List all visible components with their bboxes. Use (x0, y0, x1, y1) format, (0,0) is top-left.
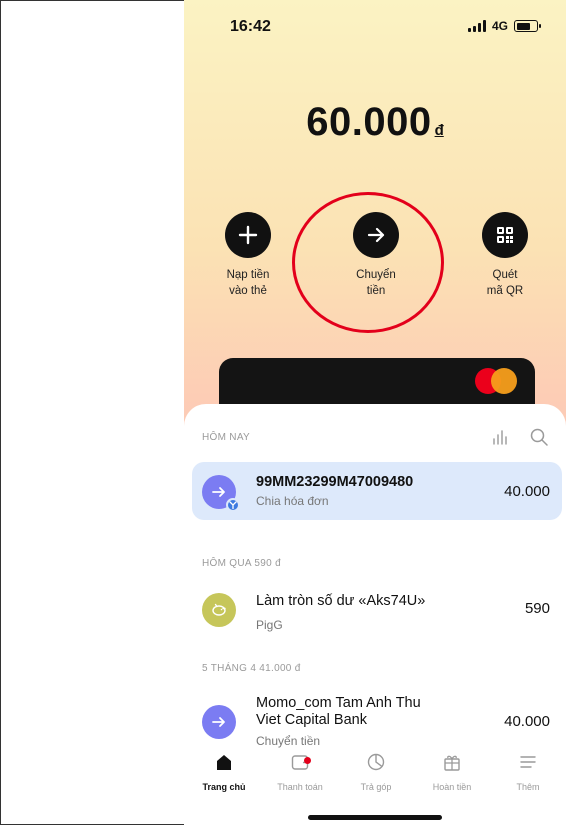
transaction-row[interactable]: Momo_com Tam Anh Thu Viet Capital Bank C… (192, 688, 562, 754)
transaction-name: 99MM23299M47009480 (256, 474, 414, 490)
nav-cashback-label: Hoàn tiền (432, 782, 472, 792)
status-right: 4G (467, 19, 541, 33)
transaction-subtitle: Chia hóa đơn (256, 494, 329, 508)
scan-qr-button[interactable]: Quét mã QR (465, 212, 545, 299)
transaction-amount: 590 (524, 600, 550, 617)
section-yesterday: HÔM QUA 590 đ (202, 558, 281, 569)
balance-amount: 60.000 (306, 100, 432, 144)
arrow-right-icon (202, 705, 236, 739)
stats-icon[interactable] (492, 429, 510, 445)
pie-chart-icon (367, 753, 385, 771)
sheet-tools (492, 428, 548, 446)
section-today: HÔM NAY (202, 432, 251, 443)
split-bill-icon (226, 498, 240, 512)
transaction-row[interactable]: 99MM23299M47009480 Chia hóa đơn 40.000 (192, 462, 562, 520)
transaction-amount: 40.000 (504, 713, 550, 730)
plus-icon (225, 212, 271, 258)
section-april: 5 THÁNG 4 41.000 đ (202, 663, 301, 674)
nav-cashback[interactable]: Hoàn tiền (414, 752, 490, 792)
nav-installment-label: Trả góp (360, 782, 392, 792)
transaction-subtitle: Chuyển tiền (256, 734, 321, 748)
notification-dot (304, 757, 311, 764)
piggy-icon (202, 593, 236, 627)
nav-more[interactable]: Thêm (490, 752, 566, 792)
nav-home-label: Trang chủ (202, 782, 246, 792)
search-icon[interactable] (530, 428, 548, 446)
nav-payment[interactable]: Thanh toán (262, 752, 338, 792)
gift-icon (444, 755, 460, 771)
transaction-subtitle: PigG (256, 618, 283, 632)
transaction-name-line1: Momo_com Tam Anh Thu (256, 695, 421, 711)
bottom-nav: Trang chủ Thanh toán Trả góp Hoàn tiền T… (184, 752, 566, 802)
topup-card-label: Nạp tiền vào thẻ (226, 269, 270, 297)
transaction-amount: 40.000 (504, 483, 550, 500)
status-bar: 16:42 4G (184, 16, 566, 40)
balance-currency: đ (434, 122, 444, 139)
balance: 60.000 đ (184, 100, 566, 145)
status-time: 16:42 (230, 18, 271, 35)
battery-icon (514, 20, 541, 32)
transaction-row[interactable]: Làm tròn số dư «Aks74U» PigG 590 (192, 580, 562, 638)
nav-more-label: Thêm (516, 782, 540, 792)
transaction-name: Làm tròn số dư «Aks74U» (256, 593, 426, 609)
annotation-circle (292, 192, 444, 333)
nav-installment[interactable]: Trả góp (338, 752, 414, 792)
nav-payment-label: Thanh toán (277, 782, 323, 792)
nav-home[interactable]: Trang chủ (186, 752, 262, 792)
transaction-name-line2: Viet Capital Bank (256, 712, 367, 728)
home-icon (217, 755, 231, 770)
signal-icon (467, 20, 486, 32)
scan-qr-label: Quét mã QR (486, 269, 524, 297)
topup-card-button[interactable]: Nạp tiền vào thẻ (208, 212, 288, 299)
menu-icon (520, 756, 536, 768)
phone-screen: 16:42 4G 60.000 đ Nạp tiền vào thẻ Chuyển t… (184, 0, 566, 825)
mastercard-logo (475, 368, 519, 394)
home-indicator (308, 815, 442, 820)
network-label: 4G (491, 19, 508, 33)
qr-icon (482, 212, 528, 258)
